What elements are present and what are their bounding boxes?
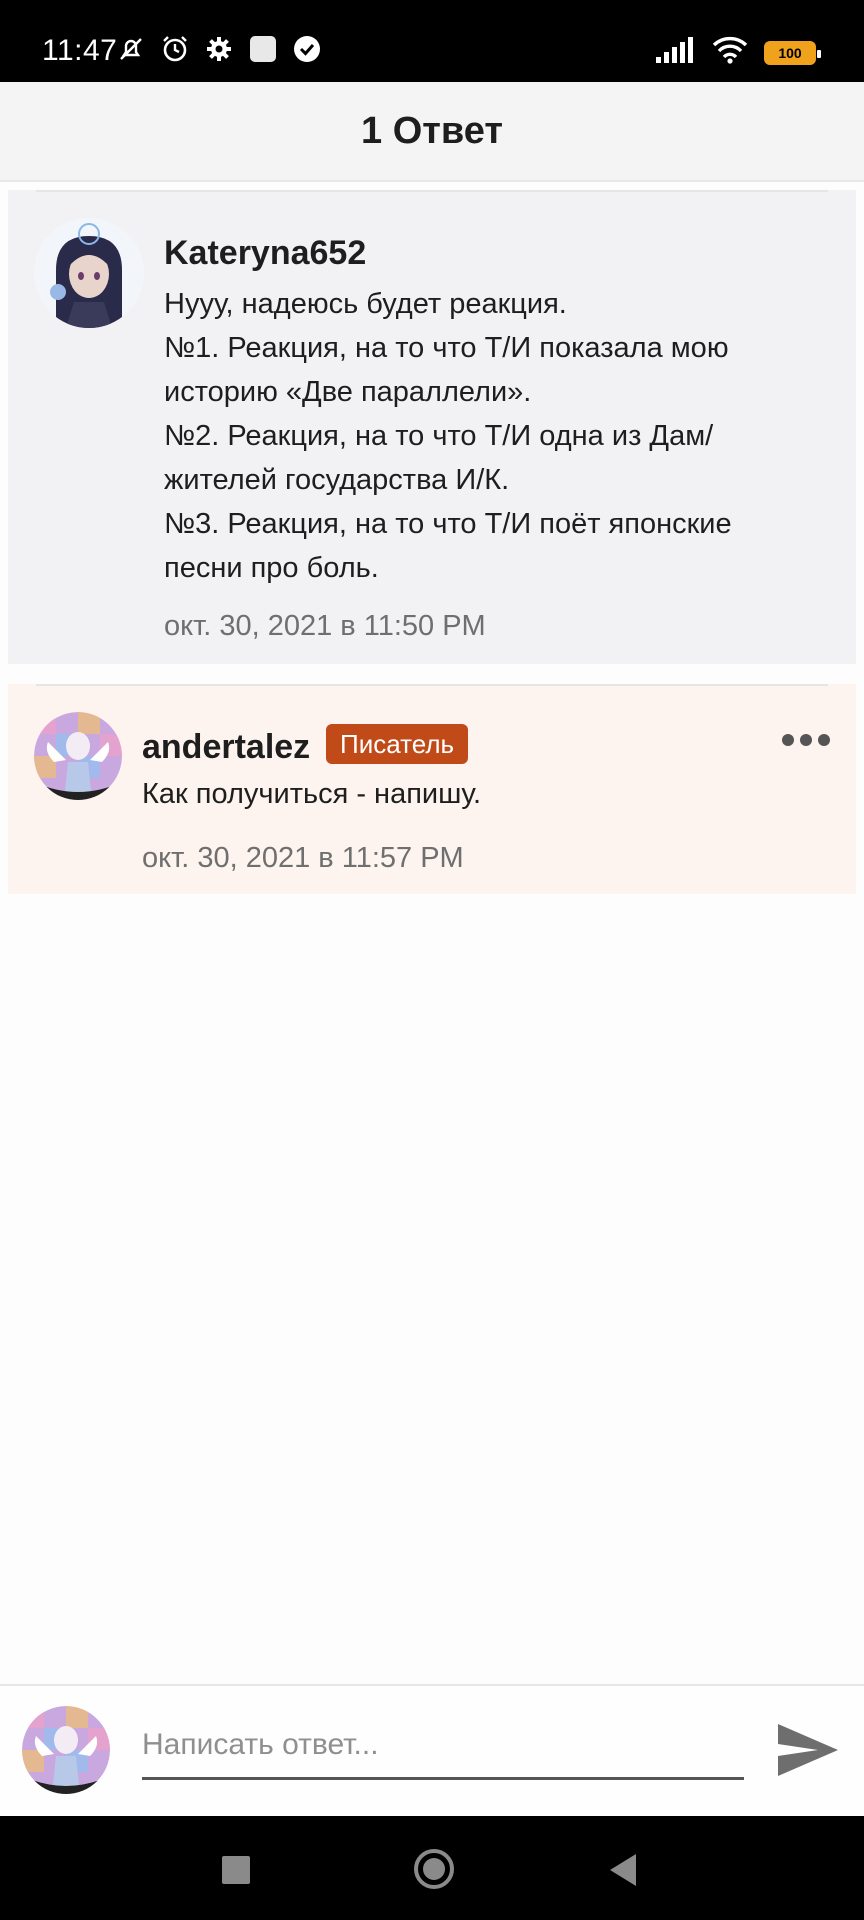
avatar[interactable]	[34, 218, 144, 328]
comment-line: №2. Реакция, на то что Т/И одна из Дам/	[164, 420, 714, 452]
comment-line: историю «Две параллели».	[164, 376, 532, 408]
writer-badge: Писатель	[326, 724, 469, 764]
comment-author[interactable]: andertalez	[142, 728, 310, 767]
status-time: 11:47	[42, 34, 118, 67]
dot-icon	[800, 734, 812, 746]
comment-author[interactable]: Kateryna652	[164, 234, 366, 273]
system-nav-bar	[0, 1816, 864, 1920]
divider	[36, 190, 828, 192]
status-bar: 11:47 100	[0, 0, 864, 82]
wifi-icon	[712, 36, 748, 69]
comment-timestamp: окт. 30, 2021 в 11:57 PM	[142, 842, 464, 874]
parent-comment[interactable]: Kateryna652 Нууу, надеюсь будет реакция.…	[8, 190, 856, 664]
reply-composer	[0, 1684, 864, 1816]
avatar[interactable]	[34, 712, 122, 800]
alarm-icon	[160, 34, 190, 64]
status-icons-left	[116, 34, 322, 64]
recents-button[interactable]	[222, 1856, 250, 1884]
status-icons-right: 100	[656, 36, 821, 69]
avatar	[22, 1706, 110, 1794]
check-circle-icon	[292, 34, 322, 64]
more-options-button[interactable]	[782, 734, 830, 746]
dot-icon	[782, 734, 794, 746]
send-icon	[778, 1724, 838, 1776]
page-header: 1 Ответ	[0, 82, 864, 182]
dot-icon	[818, 734, 830, 746]
comment-body: Как получиться - напишу.	[142, 778, 482, 810]
comment-line: песни про боль.	[164, 552, 379, 584]
comment-body: Нууу, надеюсь будет реакция. №1. Реакция…	[164, 282, 824, 590]
comment-line: №1. Реакция, на то что Т/И показала мою	[164, 332, 729, 364]
comment-timestamp: окт. 30, 2021 в 11:50 PM	[164, 610, 486, 642]
gear-icon	[204, 34, 234, 64]
page-title: 1 Ответ	[361, 109, 503, 152]
app-square-icon	[248, 34, 278, 64]
mute-icon	[116, 34, 146, 64]
home-button[interactable]	[414, 1849, 454, 1889]
send-button[interactable]	[776, 1720, 840, 1780]
comment-line: №3. Реакция, на то что Т/И поёт японские	[164, 508, 732, 540]
comment-line: жителей государства И/К.	[164, 464, 510, 496]
back-button[interactable]	[610, 1854, 636, 1886]
battery-icon: 100	[764, 40, 821, 65]
reply-input[interactable]	[142, 1712, 744, 1780]
signal-icon	[656, 37, 696, 68]
comment-line: Нууу, надеюсь будет реакция.	[164, 288, 567, 320]
divider	[36, 684, 828, 686]
reply-comment[interactable]: andertalez Писатель Как получиться - нап…	[8, 684, 856, 894]
